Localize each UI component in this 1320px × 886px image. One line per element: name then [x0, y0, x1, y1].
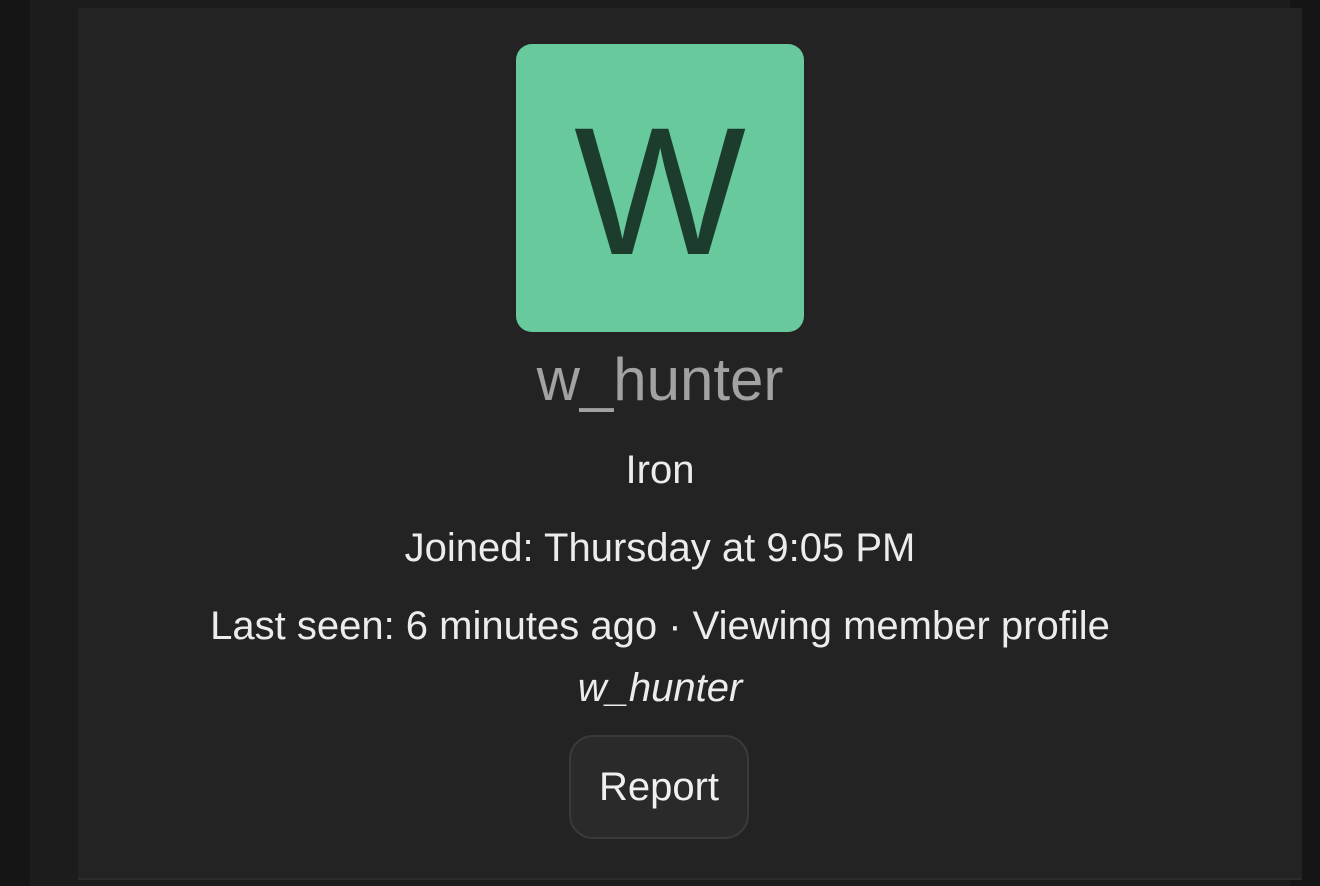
- username[interactable]: w_hunter: [0, 344, 1320, 416]
- avatar-letter: W: [574, 89, 746, 293]
- activity-target-link[interactable]: w_hunter: [0, 664, 1320, 712]
- report-button[interactable]: Report: [569, 735, 749, 839]
- user-rank: Iron: [625, 448, 695, 492]
- last-seen-status: Last seen: 6 minutes ago · Viewing membe…: [210, 604, 1110, 648]
- joined-date: Joined: Thursday at 9:05 PM: [404, 526, 916, 570]
- avatar[interactable]: W: [516, 44, 804, 332]
